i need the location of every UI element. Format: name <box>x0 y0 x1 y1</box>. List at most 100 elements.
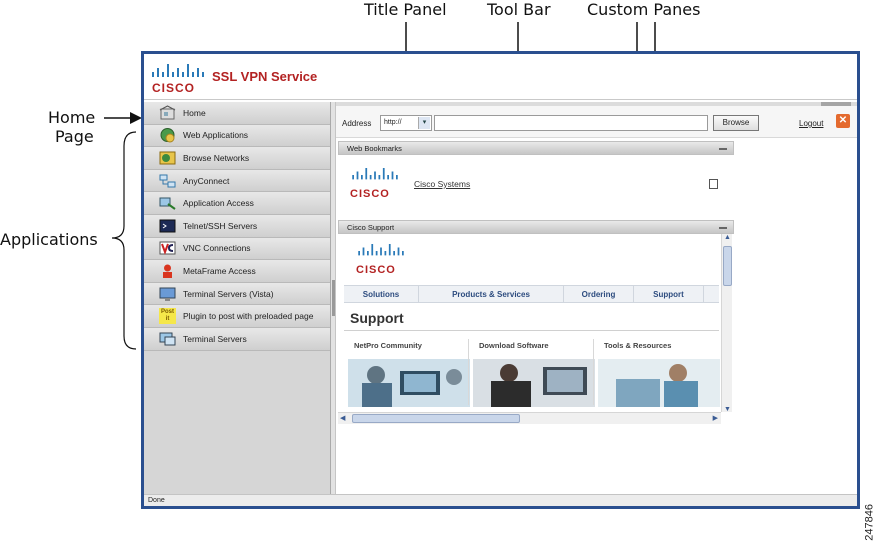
cisco-support-header: Cisco Support <box>338 220 734 234</box>
sidebar-item-plugin-post[interactable]: Post it Plugin to post with preloaded pa… <box>144 305 330 328</box>
netpro-photo-icon <box>348 359 470 407</box>
cisco-logo-word: CISCO <box>152 81 196 95</box>
logout-link[interactable]: Logout <box>799 119 823 128</box>
tab-support[interactable]: Support <box>634 286 704 302</box>
toolbar-collapse-handle[interactable] <box>821 102 851 106</box>
splitter-grip[interactable] <box>332 280 335 316</box>
sidebar-item-application-access[interactable]: Application Access <box>144 192 330 215</box>
sidebar-item-terminal-servers-vista[interactable]: Terminal Servers (Vista) <box>144 282 330 306</box>
browse-button[interactable]: Browse <box>713 115 759 131</box>
tools-resources-photo-icon <box>598 359 720 407</box>
sidebar-item-anyconnect[interactable]: AnyConnect <box>144 169 330 193</box>
cisco-support-body: CISCO Solutions Products & Services Orde… <box>338 234 734 424</box>
sidebar-item-browse-networks[interactable]: Browse Networks <box>144 147 330 170</box>
resource-column-netpro[interactable]: NetPro Community <box>344 335 470 407</box>
minimize-icon[interactable] <box>719 148 727 150</box>
scroll-right-icon[interactable]: ▶ <box>713 414 718 422</box>
cisco-logo-word: CISCO <box>356 264 396 276</box>
horizontal-scrollbar[interactable]: ◀ ▶ <box>338 412 721 424</box>
cisco-bars-icon <box>352 168 398 180</box>
scroll-left-icon[interactable]: ◀ <box>340 414 345 422</box>
applications-brace <box>111 131 137 350</box>
status-text: Done <box>148 497 165 504</box>
web-bookmarks-header: Web Bookmarks <box>338 141 734 155</box>
sidebar-item-home[interactable]: Home <box>144 102 330 125</box>
column-title: NetPro Community <box>354 341 422 350</box>
terminal-servers-icon <box>159 332 176 346</box>
scroll-thumb[interactable] <box>723 246 732 286</box>
copy-icon[interactable] <box>709 179 718 189</box>
sidebar-item-label: Browse Networks <box>183 152 250 163</box>
page-annotation: Page <box>55 127 94 146</box>
web-applications-icon <box>160 128 175 143</box>
cisco-logo: CISCO <box>356 244 406 276</box>
sidebar-item-label: Application Access <box>183 198 254 209</box>
column-title: Download Software <box>479 341 549 350</box>
sidebar-item-label: Home <box>183 107 206 118</box>
terminal-icon <box>159 219 176 233</box>
download-software-photo-icon <box>473 359 595 407</box>
tab-products-services[interactable]: Products & Services <box>419 286 564 302</box>
resource-columns: NetPro Community Download Software Tools… <box>344 335 720 407</box>
title-panel: CISCO SSL VPN Service <box>144 54 857 100</box>
resource-column-tools[interactable]: Tools & Resources <box>594 335 720 407</box>
sidebar-item-label: VNC Connections <box>183 243 251 254</box>
metaframe-icon <box>163 264 172 278</box>
scroll-thumb[interactable] <box>352 414 520 423</box>
browser-window: CISCO SSL VPN Service Home Web Applicati… <box>141 51 860 509</box>
anyconnect-icon <box>159 174 176 188</box>
close-icon[interactable]: ✕ <box>836 114 850 128</box>
tab-ordering[interactable]: Ordering <box>564 286 634 302</box>
bookmark-link-cisco-systems[interactable]: Cisco Systems <box>414 179 470 189</box>
cisco-bars-icon <box>358 244 404 256</box>
cisco-logo-icon <box>152 64 204 77</box>
vertical-scrollbar[interactable]: ▲ ▼ <box>721 234 732 413</box>
status-bar: Done <box>144 494 857 506</box>
custom-panes-annotation: Custom Panes <box>587 0 701 19</box>
address-label: Address <box>342 119 372 128</box>
sidebar-item-label: Plugin to post with preloaded page <box>183 311 314 322</box>
scroll-down-icon[interactable]: ▼ <box>724 406 731 413</box>
application-access-icon <box>159 197 176 210</box>
tool-bar-annotation: Tool Bar <box>487 0 551 19</box>
web-bookmarks-pane: Web Bookmarks CISCO Cisco Systems <box>338 141 734 215</box>
web-bookmarks-body: CISCO Cisco Systems <box>338 155 734 215</box>
support-nav-tabs: Solutions Products & Services Ordering S… <box>344 285 719 303</box>
minimize-icon[interactable] <box>719 227 727 229</box>
sidebar-item-label: MetaFrame Access <box>183 265 256 276</box>
resource-column-download[interactable]: Download Software <box>469 335 595 407</box>
home-icon <box>159 105 176 120</box>
cisco-support-pane: Cisco Support CISCO Solutions Products &… <box>338 220 734 424</box>
pane-title: Web Bookmarks <box>347 144 402 153</box>
sidebar-item-web-applications[interactable]: Web Applications <box>144 124 330 148</box>
home-annotation: Home <box>48 108 96 127</box>
vnc-icon <box>159 241 176 256</box>
tool-bar: Address http:// ▾ Browse Logout ✕ <box>336 102 857 138</box>
sidebar-item-vnc-connections[interactable]: VNC Connections <box>144 237 330 261</box>
sidebar: Home Web Applications Browse Networks An… <box>144 102 331 494</box>
support-heading: Support <box>350 310 404 326</box>
cisco-logo: CISCO <box>350 168 400 200</box>
applications-annotation: Applications <box>0 230 98 249</box>
tab-solutions[interactable]: Solutions <box>344 286 419 302</box>
sidebar-item-terminal-servers[interactable]: Terminal Servers <box>144 327 330 351</box>
scroll-up-icon[interactable]: ▲ <box>724 234 731 241</box>
service-title: SSL VPN Service <box>212 69 318 84</box>
sidebar-item-label: AnyConnect <box>183 175 230 186</box>
divider <box>344 330 719 331</box>
url-input[interactable] <box>434 115 708 131</box>
chevron-down-icon[interactable]: ▾ <box>418 117 430 129</box>
sidebar-item-label: Web Applications <box>183 130 249 141</box>
title-panel-annotation: Title Panel <box>364 0 447 19</box>
column-title: Tools & Resources <box>604 341 672 350</box>
sidebar-item-label: Telnet/SSH Servers <box>183 220 258 231</box>
content-area: Address http:// ▾ Browse Logout ✕ Web Bo… <box>336 102 857 494</box>
sidebar-item-telnet-ssh-servers[interactable]: Telnet/SSH Servers <box>144 214 330 238</box>
pane-title: Cisco Support <box>347 223 395 232</box>
sidebar-item-label: Terminal Servers <box>183 333 247 344</box>
terminal-servers-vista-icon <box>159 287 176 301</box>
protocol-value: http:// <box>384 119 402 126</box>
sidebar-item-metaframe-access[interactable]: MetaFrame Access <box>144 260 330 283</box>
sidebar-item-label: Terminal Servers (Vista) <box>183 288 274 299</box>
protocol-select[interactable]: http:// ▾ <box>380 115 432 131</box>
